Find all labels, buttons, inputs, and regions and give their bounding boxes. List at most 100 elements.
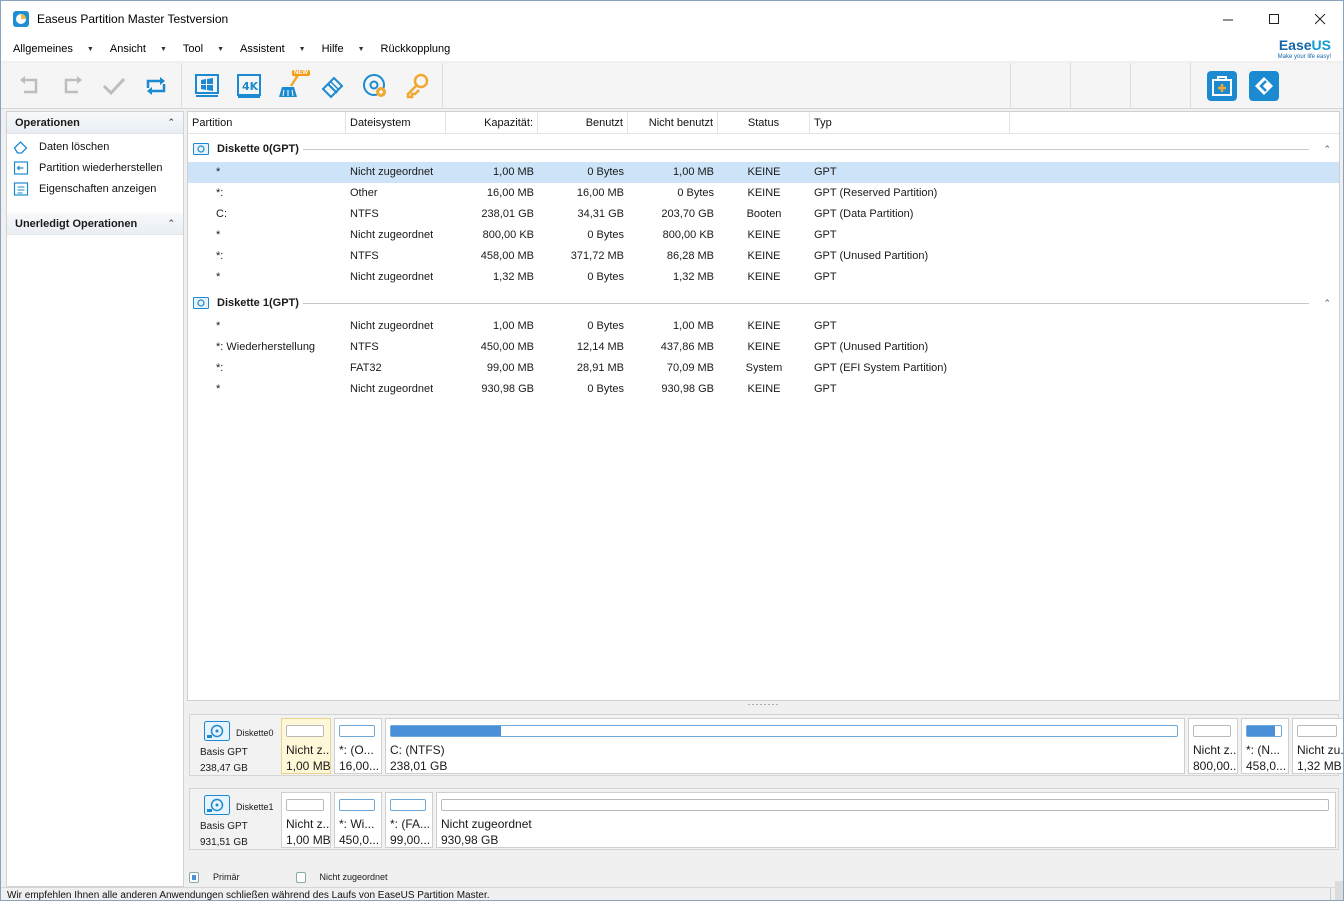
cell-fs: NTFS [350, 250, 379, 262]
column-header-cap[interactable]: Kapazität: [446, 112, 538, 134]
pending-operations-header[interactable]: Unerledigt Operationen ⌃ [7, 213, 183, 235]
legend-primary-label: Primär [213, 872, 240, 882]
undo-button[interactable] [9, 66, 51, 106]
cell-type: GPT [814, 320, 837, 332]
align-4k-button[interactable]: 4K [228, 66, 270, 106]
column-header-status[interactable]: Status [718, 112, 810, 134]
maximize-button[interactable] [1251, 1, 1297, 37]
apply-button[interactable] [93, 66, 135, 106]
menu-1[interactable]: Ansicht ▼ [102, 37, 175, 61]
table-row[interactable]: *: FAT32 99,00 MB 28,91 MB 70,09 MB System GPT… [188, 358, 1339, 379]
partition-block-1[interactable]: *: Wi... 450,0... [334, 792, 382, 848]
bootable-media-button[interactable] [354, 66, 396, 106]
table-row[interactable]: * Nicht zugeordnet 1,00 MB 0 Bytes 1,00 MB KE… [188, 316, 1339, 337]
table-row[interactable]: *: Other 16,00 MB 16,00 MB 0 Bytes KEINE GPT (… [188, 183, 1339, 204]
toolkit-button[interactable] [1201, 66, 1243, 106]
partition-block-2[interactable]: *: (FA... 99,00... [385, 792, 433, 848]
disk-map-info[interactable]: Diskette0 Basis GPT 238,47 GB [190, 715, 280, 775]
menu-4[interactable]: Hilfe ▼ [314, 37, 373, 61]
collapse-panel-button[interactable] [1243, 66, 1285, 106]
disk-divider [302, 302, 1309, 304]
scrollbar[interactable] [1335, 881, 1343, 900]
column-header-partition[interactable]: Partition [188, 112, 346, 134]
cell-fs: Nicht zugeordnet [350, 229, 434, 241]
cell-fs: Nicht zugeordnet [350, 271, 434, 283]
cell-type: GPT [814, 271, 837, 283]
partition-block-3[interactable]: Nicht zugeordnet 930,98 GB [436, 792, 1336, 848]
operation-item-0[interactable]: Daten löschen [7, 136, 183, 157]
partition-block-4[interactable]: *: (N... 458,0... [1241, 718, 1289, 774]
partition-block-3[interactable]: Nicht z... 800,00... [1188, 718, 1238, 774]
partition-block-label: Nicht z... [1193, 743, 1238, 757]
toolbox-icon [1207, 71, 1237, 101]
partition-block-0[interactable]: Nicht z... 1,00 MB [281, 792, 331, 848]
cell-cap: 99,00 MB [486, 362, 534, 374]
activate-button[interactable] [396, 66, 438, 106]
disk-group-header[interactable]: Diskette 0(GPT) ⌃ [188, 139, 1339, 159]
partition-block-size: 16,00... [339, 759, 380, 773]
partition-block-0[interactable]: Nicht z... 1,00 MB [281, 718, 331, 774]
menu-2[interactable]: Tool ▼ [175, 37, 232, 61]
refresh-button[interactable] [135, 66, 177, 106]
operations-title: Operationen [15, 116, 80, 129]
operations-header[interactable]: Operationen ⌃ [7, 112, 183, 134]
table-row[interactable]: C: NTFS 238,01 GB 34,31 GB 203,70 GB Booten GP… [188, 204, 1339, 225]
table-row[interactable]: *: NTFS 458,00 MB 371,72 MB 86,28 MB KEINE GPT… [188, 246, 1339, 267]
cell-partition: C: [216, 208, 227, 220]
cell-fs: Nicht zugeordnet [350, 166, 434, 178]
partition-block-2[interactable]: C: (NTFS) 238,01 GB [385, 718, 1185, 774]
partition-block-1[interactable]: *: (O... 16,00... [334, 718, 382, 774]
wipe-data-button[interactable] [312, 66, 354, 106]
menu-label: Tool [182, 43, 204, 55]
column-header-unused[interactable]: Nicht benutzt [628, 112, 718, 134]
menu-5[interactable]: Rückkopplung [373, 37, 459, 61]
usage-bar [1297, 725, 1337, 737]
cell-type: GPT (Reserved Partition) [814, 187, 938, 199]
table-row[interactable]: * Nicht zugeordnet 930,98 GB 0 Bytes 930,98 … [188, 379, 1339, 400]
chevron-up-icon[interactable]: ⌃ [167, 218, 175, 229]
menu-3[interactable]: Assistent ▼ [232, 37, 314, 61]
operation-item-1[interactable]: Partition wiederherstellen [7, 157, 183, 178]
column-header-fs[interactable]: Dateisystem [346, 112, 446, 134]
chevron-up-icon[interactable]: ⌃ [1323, 144, 1331, 155]
partition-block-label: *: Wi... [339, 817, 375, 831]
cell-status: KEINE [747, 383, 781, 395]
menu-label: Rückkopplung [380, 43, 451, 55]
splitter-handle[interactable]: ········ [187, 700, 1340, 711]
brand-name-a: Ease [1278, 37, 1312, 53]
table-row[interactable]: * Nicht zugeordnet 1,00 MB 0 Bytes 1,00 MB KE… [188, 162, 1339, 183]
table-row[interactable]: * Nicht zugeordnet 800,00 KB 0 Bytes 800,00 … [188, 225, 1339, 246]
operation-item-2[interactable]: Eigenschaften anzeigen [7, 178, 183, 199]
cleanup-button[interactable]: NEW [270, 66, 312, 106]
cell-cap: 930,98 GB [481, 383, 534, 395]
redo-icon [64, 76, 82, 94]
cell-partition: * [216, 383, 221, 395]
chevron-up-icon[interactable]: ⌃ [167, 117, 175, 128]
primary-swatch [189, 871, 199, 883]
migrate-os-button[interactable] [186, 66, 228, 106]
menu-0[interactable]: Allgemeines ▼ [5, 37, 102, 61]
disk-group-header[interactable]: Diskette 1(GPT) ⌃ [188, 293, 1339, 313]
redo-button[interactable] [51, 66, 93, 106]
cell-type: GPT (Data Partition) [814, 208, 914, 220]
table-row[interactable]: *: Wiederherstellung NTFS 450,00 MB 12,14 M… [188, 337, 1339, 358]
undo-icon [20, 76, 38, 94]
cell-unused: 1,00 MB [673, 166, 714, 178]
cell-cap: 1,00 MB [493, 320, 534, 332]
cell-partition: *: [216, 250, 224, 262]
legend-unallocated: Nicht zugeordnet [295, 871, 388, 883]
menu-label: Assistent [240, 43, 285, 55]
partition-block-5[interactable]: Nicht zu... 1,32 MB [1292, 718, 1343, 774]
usage-bar [339, 799, 375, 811]
cell-used: 16,00 MB [576, 187, 624, 199]
table-row[interactable]: * Nicht zugeordnet 1,32 MB 0 Bytes 1,32 MB KE… [188, 267, 1339, 288]
cell-fs: FAT32 [350, 362, 382, 374]
close-button[interactable] [1297, 1, 1343, 37]
column-header-type[interactable]: Typ [810, 112, 1010, 134]
minimize-button[interactable] [1205, 1, 1251, 37]
column-header-used[interactable]: Benutzt [538, 112, 628, 134]
cell-used: 0 Bytes [587, 383, 624, 395]
disk-map-info[interactable]: Diskette1 Basis GPT 931,51 GB [190, 789, 280, 849]
chevron-up-icon[interactable]: ⌃ [1323, 298, 1331, 309]
cell-status: System [745, 362, 783, 374]
